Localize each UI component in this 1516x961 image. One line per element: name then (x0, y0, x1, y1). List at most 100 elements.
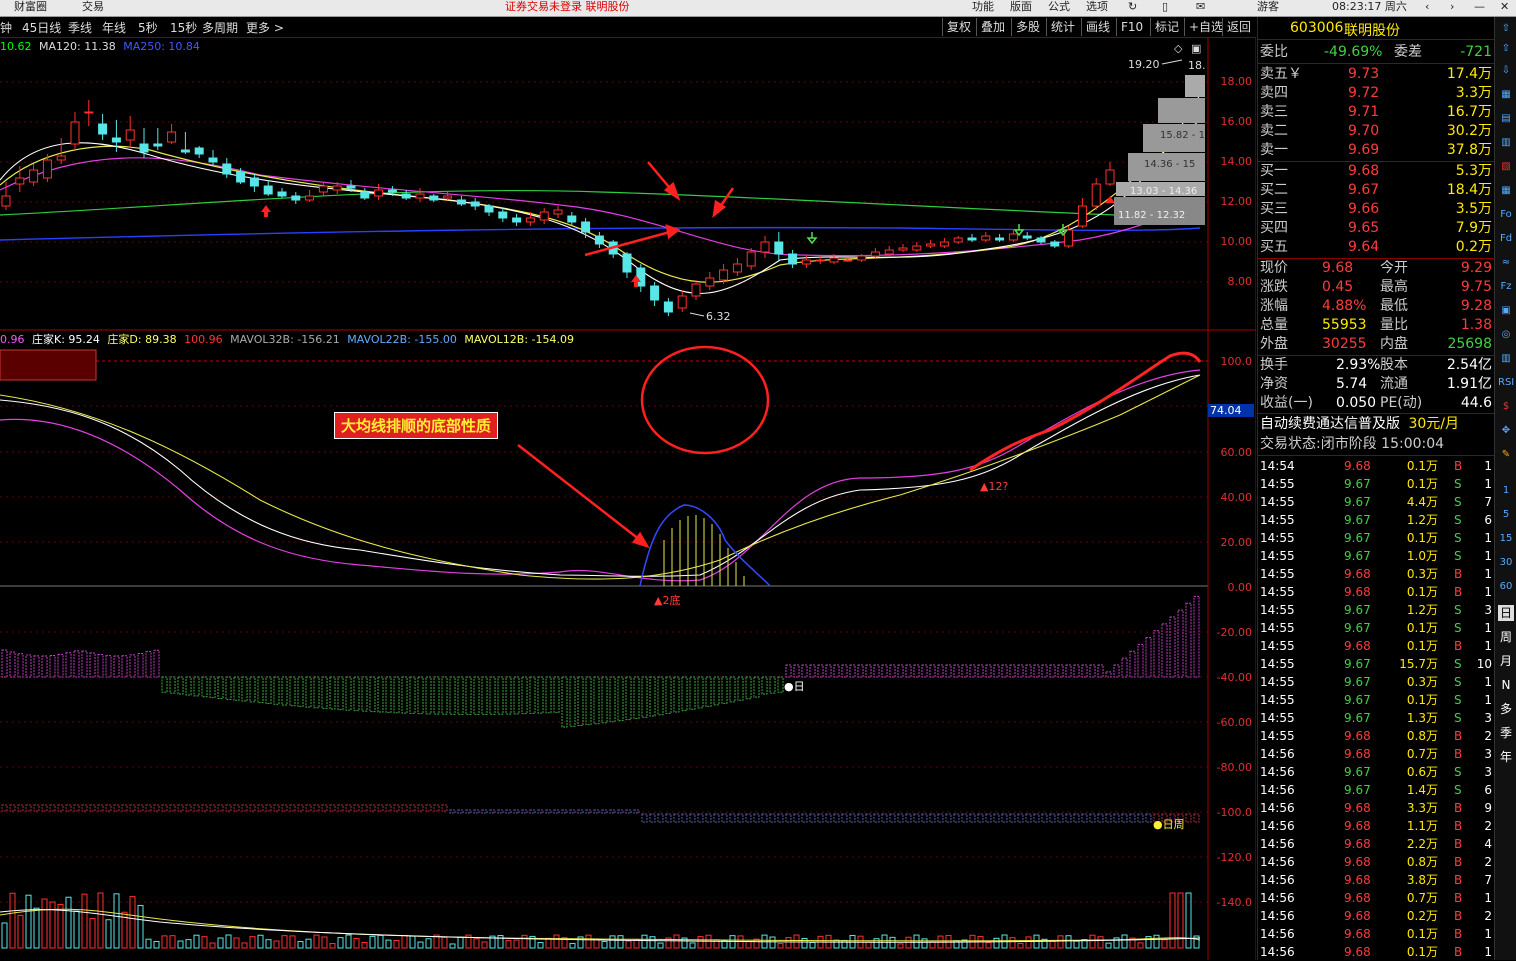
list-icon[interactable]: ▦ (1498, 87, 1514, 103)
fo-icon[interactable]: Fo (1498, 207, 1514, 223)
period-minute[interactable]: 钟 (0, 19, 12, 36)
refresh-icon[interactable]: ↻ (1128, 0, 1137, 14)
pen-icon[interactable]: ✎ (1498, 447, 1514, 463)
overlay-button[interactable]: 叠加 (976, 18, 1009, 36)
sidebar-week[interactable]: 周 (1498, 629, 1514, 645)
ind-val-0: 0.96 (0, 333, 25, 346)
brand-label[interactable]: 财富圈 (14, 0, 47, 14)
tick-row: 14:55 9.67 0.3万 S 1 (1260, 673, 1492, 691)
add-watchlist-button[interactable]: +自选 (1184, 18, 1227, 36)
up-arrow-icon[interactable]: ⇧ (1498, 21, 1514, 37)
promo-text[interactable]: 自动续费通达信普及版 (1260, 416, 1400, 432)
histogram-bar (1009, 664, 1016, 678)
guest-label[interactable]: 游客 (1257, 0, 1279, 14)
sidebar-season[interactable]: 季 (1498, 725, 1514, 741)
sidebar-multi[interactable]: 多 (1498, 701, 1514, 717)
draw-line-button[interactable]: 画线 (1081, 18, 1114, 36)
period-30-icon[interactable]: 30 (1498, 555, 1514, 571)
period-15s[interactable]: 15秒 (170, 19, 197, 36)
close-icon[interactable]: ✕ (1500, 0, 1509, 14)
fz-icon[interactable]: Fz (1498, 279, 1514, 295)
chart-icon[interactable]: ▥ (1498, 135, 1514, 151)
histogram-bar (41, 655, 48, 678)
promo-price[interactable]: 30元/月 (1408, 416, 1459, 432)
mark-button[interactable]: 标记 (1150, 18, 1183, 36)
volume-bar (457, 936, 464, 949)
kline-icon[interactable]: ▧ (1498, 159, 1514, 175)
menu-function[interactable]: 功能 (972, 0, 994, 14)
target-icon[interactable]: ◎ (1498, 327, 1514, 343)
promo-row[interactable]: 自动续费通达信普及版 30元/月 (1260, 415, 1459, 434)
sidebar-month[interactable]: 月 (1498, 653, 1514, 669)
period-more[interactable]: 更多 > (246, 19, 284, 36)
histogram-bar (321, 676, 328, 709)
indicator-axis-label: -80.00 (1216, 761, 1252, 774)
sidebar-n[interactable]: N (1498, 677, 1514, 693)
histogram-bar (425, 676, 432, 715)
signal-tick (1113, 813, 1120, 823)
signal-tick (1041, 813, 1048, 823)
candle-body (594, 235, 604, 245)
window-icon[interactable]: ▣ (1191, 42, 1201, 55)
bid-row: 买二 9.67 18.4万 (1260, 181, 1492, 200)
menu-options[interactable]: 选项 (1086, 0, 1108, 14)
tick-row: 14:55 9.68 0.1万 B 1 (1260, 637, 1492, 655)
diamond-icon[interactable]: ◇ (1174, 42, 1183, 55)
period-season[interactable]: 季线 (68, 19, 92, 36)
up-icon[interactable]: ⇧ (1498, 41, 1514, 57)
signal-tick (89, 804, 96, 812)
tick-direction: S (1454, 783, 1462, 797)
fund-icon[interactable]: Fd (1498, 231, 1514, 247)
multi-stock-button[interactable]: 多股 (1011, 18, 1044, 36)
grid-icon[interactable]: ▦ (1498, 183, 1514, 199)
histogram-bar (633, 676, 640, 719)
wave-icon[interactable]: ≈ (1498, 255, 1514, 271)
rsi-icon[interactable]: RSI (1498, 375, 1514, 391)
period-15-icon[interactable]: 15 (1498, 531, 1514, 547)
ask-volume: 37.8万 (1446, 142, 1492, 158)
down-icon[interactable]: ⇩ (1498, 63, 1514, 79)
sidebar-day[interactable]: 日 (1498, 605, 1514, 621)
histogram-bar (481, 676, 488, 715)
histogram-bar (553, 676, 560, 713)
histogram-bar (1065, 664, 1072, 678)
period-year[interactable]: 年线 (102, 19, 126, 36)
sidebar-year[interactable]: 年 (1498, 749, 1514, 765)
move-icon[interactable]: ✥ (1498, 423, 1514, 439)
f10-button[interactable]: F10 (1116, 18, 1147, 36)
kline-chart[interactable]: 15.82 - 1 14.36 - 15 13.03 - 14.36 11.82… (0, 38, 1256, 960)
period-60-icon[interactable]: 60 (1498, 579, 1514, 595)
signal-tick (313, 804, 320, 812)
money-icon[interactable]: $ (1498, 399, 1514, 415)
menu-layout[interactable]: 版面 (1010, 0, 1032, 14)
return-button[interactable]: 返回 (1222, 18, 1255, 36)
mail-icon[interactable]: ✉ (1196, 0, 1205, 14)
period-5s[interactable]: 5秒 (138, 19, 158, 36)
period-5-icon[interactable]: 5 (1498, 507, 1514, 523)
tick-time: 14:55 (1260, 603, 1295, 617)
period-45day[interactable]: 45日线 (22, 19, 61, 36)
period-multi[interactable]: 多周期 (202, 19, 238, 36)
vol-icon[interactable]: ▥ (1498, 351, 1514, 367)
histogram-bar (689, 676, 696, 710)
stat-value: 4.88% (1322, 298, 1367, 314)
trade-menu[interactable]: 交易 (82, 0, 104, 14)
stat2-value: 0.050 (1336, 395, 1377, 411)
tick-row: 14:56 9.67 0.6万 S 3 (1260, 763, 1492, 781)
back-arrow-icon[interactable]: ‹ (1425, 0, 1429, 14)
minimize-icon[interactable]: — (1474, 0, 1485, 14)
forward-arrow-icon[interactable]: › (1450, 0, 1454, 14)
weicha-value: -721 (1460, 44, 1492, 60)
signal-tick (1185, 813, 1192, 823)
doc-icon[interactable]: ▣ (1498, 303, 1514, 319)
period-1-icon[interactable]: 1 (1498, 483, 1514, 499)
candle-body (705, 277, 715, 287)
histogram-bar (17, 653, 24, 678)
table-icon[interactable]: ▤ (1498, 111, 1514, 127)
stats-button[interactable]: 统计 (1046, 18, 1079, 36)
phone-icon[interactable]: ▯ (1162, 0, 1168, 14)
histogram-bar (801, 664, 808, 678)
fuquan-button[interactable]: 复权 (942, 18, 975, 36)
menu-formula[interactable]: 公式 (1048, 0, 1070, 14)
histogram-bar (1017, 664, 1024, 678)
